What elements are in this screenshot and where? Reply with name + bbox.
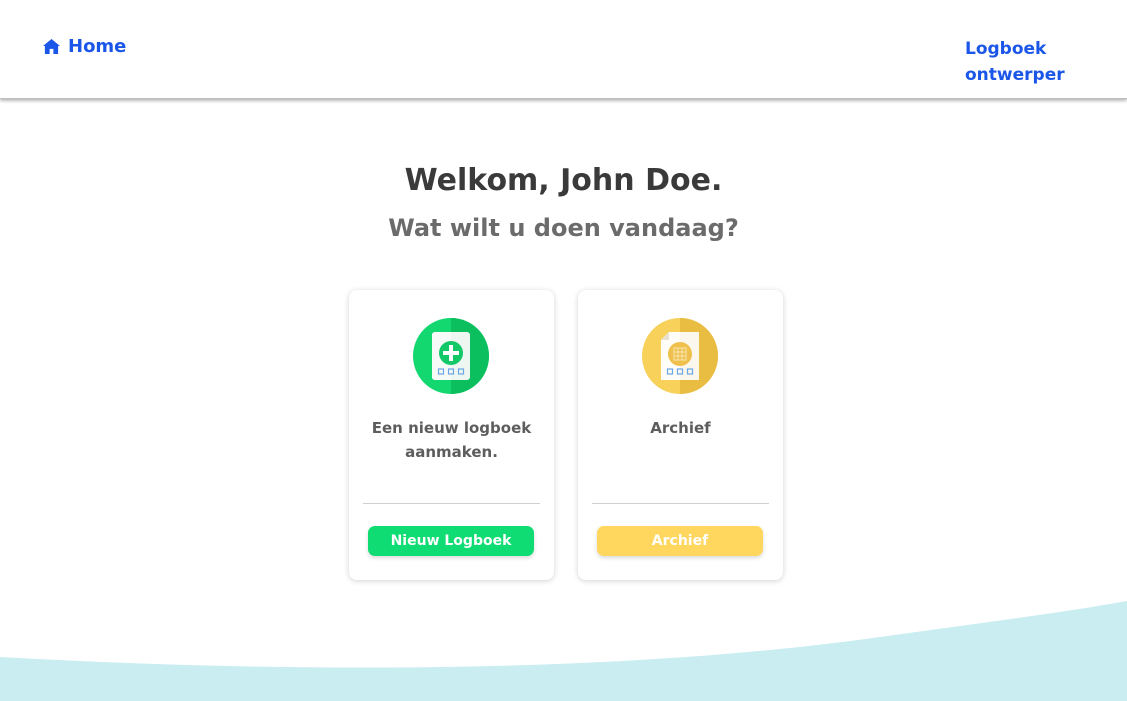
card-divider	[592, 503, 769, 504]
welcome-title: Welkom, John Doe.	[404, 163, 723, 198]
home-label: Home	[68, 36, 127, 57]
card-divider	[363, 503, 540, 504]
background-wave	[0, 601, 1127, 701]
new-logbook-button[interactable]: Nieuw Logboek	[368, 526, 534, 556]
top-navbar: Home Logboek ontwerper	[0, 0, 1127, 99]
archive-description: Archief	[650, 419, 711, 437]
new-logbook-card: Een nieuw logboek aanmaken. Nieuw Logboe…	[349, 290, 554, 580]
archive-card: Archief Archief	[578, 290, 783, 580]
archive-button[interactable]: Archief	[597, 526, 763, 556]
new-document-icon	[413, 318, 489, 394]
home-link[interactable]: Home	[42, 36, 126, 57]
archive-document-icon	[642, 318, 718, 394]
logbook-designer-link[interactable]: Logboek ontwerper	[965, 36, 1085, 88]
new-logbook-description: Een nieuw logboek aanmaken.	[371, 419, 532, 461]
home-icon	[43, 38, 60, 55]
welcome-subtitle: Wat wilt u doen vandaag?	[388, 214, 739, 242]
